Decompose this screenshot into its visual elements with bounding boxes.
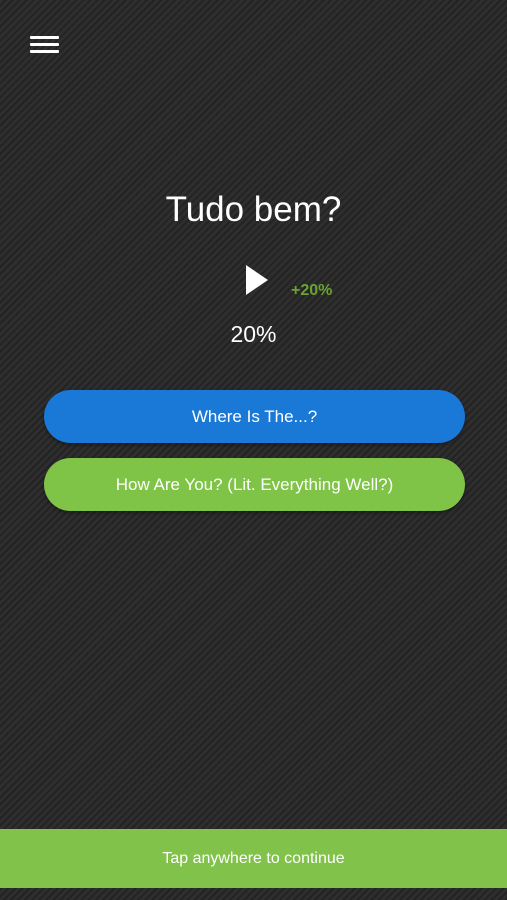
play-audio-button[interactable]: [240, 262, 272, 298]
menu-button[interactable]: [30, 34, 60, 56]
hamburger-menu-icon-bar: [30, 43, 59, 46]
answer-option-button[interactable]: How Are You? (Lit. Everything Well?): [44, 458, 465, 511]
progress-percent: 20%: [230, 321, 277, 347]
bonus-badge: +20%: [291, 282, 333, 299]
phrase-text: Tudo bem?: [165, 190, 342, 229]
hamburger-menu-icon-bar: [30, 50, 59, 53]
play-icon: [246, 265, 268, 295]
continue-button[interactable]: Tap anywhere to continue: [0, 829, 507, 888]
answer-option-button[interactable]: Where Is The...?: [44, 390, 465, 443]
hamburger-menu-icon: [30, 36, 59, 39]
